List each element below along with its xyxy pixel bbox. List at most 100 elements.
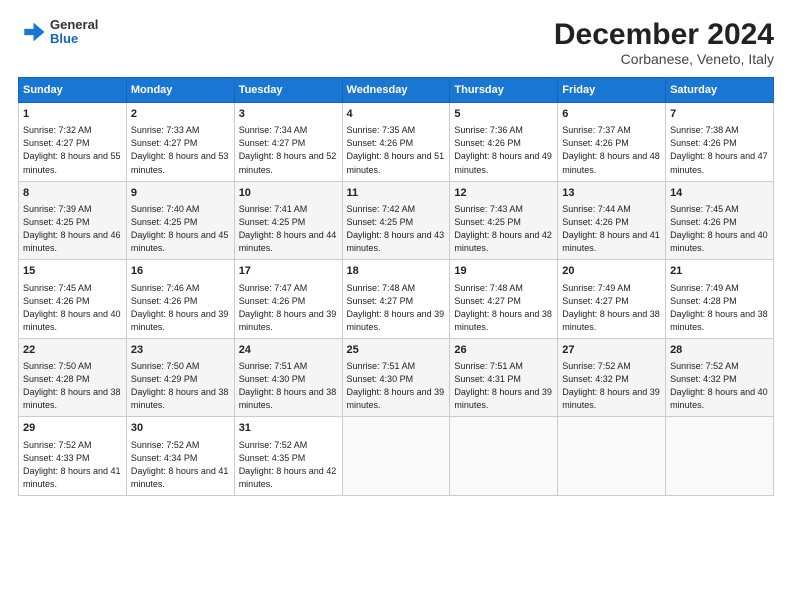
day-header-wednesday: Wednesday	[342, 78, 450, 103]
calendar-cell: 28 Sunrise: 7:52 AMSunset: 4:32 PMDayligh…	[666, 338, 774, 417]
calendar-cell: 3 Sunrise: 7:34 AMSunset: 4:27 PMDaylight…	[234, 103, 342, 182]
day-info: Sunrise: 7:39 AMSunset: 4:25 PMDaylight:…	[23, 203, 122, 255]
calendar-cell: 27 Sunrise: 7:52 AMSunset: 4:32 PMDayligh…	[558, 338, 666, 417]
day-info: Sunrise: 7:36 AMSunset: 4:26 PMDaylight:…	[454, 124, 553, 176]
day-info: Sunrise: 7:50 AMSunset: 4:28 PMDaylight:…	[23, 360, 122, 412]
logo-line2: Blue	[50, 32, 98, 46]
logo: General Blue	[18, 18, 98, 47]
day-number: 28	[670, 343, 769, 358]
calendar-cell: 6 Sunrise: 7:37 AMSunset: 4:26 PMDaylight…	[558, 103, 666, 182]
day-number: 30	[131, 421, 230, 436]
calendar-cell: 16 Sunrise: 7:46 AMSunset: 4:26 PMDayligh…	[126, 260, 234, 339]
day-info: Sunrise: 7:51 AMSunset: 4:31 PMDaylight:…	[454, 360, 553, 412]
day-number: 13	[562, 186, 661, 201]
day-info: Sunrise: 7:52 AMSunset: 4:33 PMDaylight:…	[23, 439, 122, 491]
day-number: 17	[239, 264, 338, 279]
day-header-saturday: Saturday	[666, 78, 774, 103]
day-info: Sunrise: 7:41 AMSunset: 4:25 PMDaylight:…	[239, 203, 338, 255]
calendar-week-row: 15Sunrise: 7:45 AMSunset: 4:26 PMDayligh…	[19, 260, 774, 339]
day-info: Sunrise: 7:43 AMSunset: 4:25 PMDaylight:…	[454, 203, 553, 255]
day-info: Sunrise: 7:48 AMSunset: 4:27 PMDaylight:…	[347, 282, 446, 334]
calendar-cell: 7Sunrise: 7:38 AMSunset: 4:26 PMDaylight…	[666, 103, 774, 182]
day-info: Sunrise: 7:51 AMSunset: 4:30 PMDaylight:…	[347, 360, 446, 412]
calendar-cell: 14 Sunrise: 7:45 AMSunset: 4:26 PMDayligh…	[666, 181, 774, 260]
calendar-week-row: 29 Sunrise: 7:52 AMSunset: 4:33 PMDayligh…	[19, 417, 774, 496]
day-number: 1	[23, 107, 122, 122]
day-header-friday: Friday	[558, 78, 666, 103]
calendar-title: December 2024	[554, 18, 774, 51]
calendar-cell: 25 Sunrise: 7:51 AMSunset: 4:30 PMDayligh…	[342, 338, 450, 417]
day-number: 10	[239, 186, 338, 201]
day-info: Sunrise: 7:38 AMSunset: 4:26 PMDaylight:…	[670, 124, 769, 176]
calendar-cell: 17 Sunrise: 7:47 AMSunset: 4:26 PMDayligh…	[234, 260, 342, 339]
calendar-cell: 19Sunrise: 7:48 AMSunset: 4:27 PMDayligh…	[450, 260, 558, 339]
calendar-header-row: SundayMondayTuesdayWednesdayThursdayFrid…	[19, 78, 774, 103]
day-info: Sunrise: 7:35 AMSunset: 4:26 PMDaylight:…	[347, 124, 446, 176]
day-info: Sunrise: 7:52 AMSunset: 4:32 PMDaylight:…	[670, 360, 769, 412]
day-number: 25	[347, 343, 446, 358]
day-number: 14	[670, 186, 769, 201]
day-header-tuesday: Tuesday	[234, 78, 342, 103]
calendar-cell: 30 Sunrise: 7:52 AMSunset: 4:34 PMDayligh…	[126, 417, 234, 496]
calendar-cell: 5Sunrise: 7:36 AMSunset: 4:26 PMDaylight…	[450, 103, 558, 182]
calendar-cell: 21 Sunrise: 7:49 AMSunset: 4:28 PMDayligh…	[666, 260, 774, 339]
day-number: 2	[131, 107, 230, 122]
day-number: 29	[23, 421, 122, 436]
day-info: Sunrise: 7:49 AMSunset: 4:27 PMDaylight:…	[562, 282, 661, 334]
day-info: Sunrise: 7:42 AMSunset: 4:25 PMDaylight:…	[347, 203, 446, 255]
day-header-thursday: Thursday	[450, 78, 558, 103]
calendar-cell: 12Sunrise: 7:43 AMSunset: 4:25 PMDayligh…	[450, 181, 558, 260]
calendar-cell: 29 Sunrise: 7:52 AMSunset: 4:33 PMDayligh…	[19, 417, 127, 496]
day-number: 31	[239, 421, 338, 436]
day-number: 16	[131, 264, 230, 279]
day-info: Sunrise: 7:32 AMSunset: 4:27 PMDaylight:…	[23, 124, 122, 176]
day-number: 6	[562, 107, 661, 122]
day-info: Sunrise: 7:45 AMSunset: 4:26 PMDaylight:…	[23, 282, 122, 334]
calendar-cell	[342, 417, 450, 496]
day-number: 3	[239, 107, 338, 122]
logo-icon	[18, 18, 46, 46]
day-number: 18	[347, 264, 446, 279]
day-info: Sunrise: 7:52 AMSunset: 4:34 PMDaylight:…	[131, 439, 230, 491]
day-number: 23	[131, 343, 230, 358]
calendar-cell: 22 Sunrise: 7:50 AMSunset: 4:28 PMDayligh…	[19, 338, 127, 417]
title-block: December 2024 Corbanese, Veneto, Italy	[554, 18, 774, 67]
day-info: Sunrise: 7:44 AMSunset: 4:26 PMDaylight:…	[562, 203, 661, 255]
day-number: 4	[347, 107, 446, 122]
day-number: 8	[23, 186, 122, 201]
day-number: 20	[562, 264, 661, 279]
day-info: Sunrise: 7:50 AMSunset: 4:29 PMDaylight:…	[131, 360, 230, 412]
calendar-subtitle: Corbanese, Veneto, Italy	[554, 51, 774, 67]
calendar-cell	[666, 417, 774, 496]
calendar-cell: 13 Sunrise: 7:44 AMSunset: 4:26 PMDayligh…	[558, 181, 666, 260]
day-number: 26	[454, 343, 553, 358]
calendar-table: SundayMondayTuesdayWednesdayThursdayFrid…	[18, 77, 774, 496]
day-info: Sunrise: 7:52 AMSunset: 4:32 PMDaylight:…	[562, 360, 661, 412]
day-number: 22	[23, 343, 122, 358]
day-info: Sunrise: 7:46 AMSunset: 4:26 PMDaylight:…	[131, 282, 230, 334]
calendar-cell: 26 Sunrise: 7:51 AMSunset: 4:31 PMDayligh…	[450, 338, 558, 417]
calendar-cell: 31Sunrise: 7:52 AMSunset: 4:35 PMDayligh…	[234, 417, 342, 496]
calendar-cell	[450, 417, 558, 496]
calendar-cell: 2Sunrise: 7:33 AMSunset: 4:27 PMDaylight…	[126, 103, 234, 182]
logo-text: General Blue	[50, 18, 98, 47]
day-info: Sunrise: 7:37 AMSunset: 4:26 PMDaylight:…	[562, 124, 661, 176]
day-info: Sunrise: 7:47 AMSunset: 4:26 PMDaylight:…	[239, 282, 338, 334]
calendar-cell: 24Sunrise: 7:51 AMSunset: 4:30 PMDayligh…	[234, 338, 342, 417]
header: General Blue December 2024 Corbanese, Ve…	[18, 18, 774, 67]
calendar-cell: 1 Sunrise: 7:32 AMSunset: 4:27 PMDaylight…	[19, 103, 127, 182]
day-info: Sunrise: 7:45 AMSunset: 4:26 PMDaylight:…	[670, 203, 769, 255]
calendar-cell: 18 Sunrise: 7:48 AMSunset: 4:27 PMDayligh…	[342, 260, 450, 339]
calendar-cell	[558, 417, 666, 496]
calendar-cell: 4 Sunrise: 7:35 AMSunset: 4:26 PMDaylight…	[342, 103, 450, 182]
day-header-sunday: Sunday	[19, 78, 127, 103]
day-info: Sunrise: 7:34 AMSunset: 4:27 PMDaylight:…	[239, 124, 338, 176]
day-number: 19	[454, 264, 553, 279]
calendar-cell: 8 Sunrise: 7:39 AMSunset: 4:25 PMDaylight…	[19, 181, 127, 260]
calendar-week-row: 22 Sunrise: 7:50 AMSunset: 4:28 PMDayligh…	[19, 338, 774, 417]
day-number: 21	[670, 264, 769, 279]
day-info: Sunrise: 7:49 AMSunset: 4:28 PMDaylight:…	[670, 282, 769, 334]
day-number: 27	[562, 343, 661, 358]
page: General Blue December 2024 Corbanese, Ve…	[0, 0, 792, 612]
calendar-cell: 15Sunrise: 7:45 AMSunset: 4:26 PMDayligh…	[19, 260, 127, 339]
